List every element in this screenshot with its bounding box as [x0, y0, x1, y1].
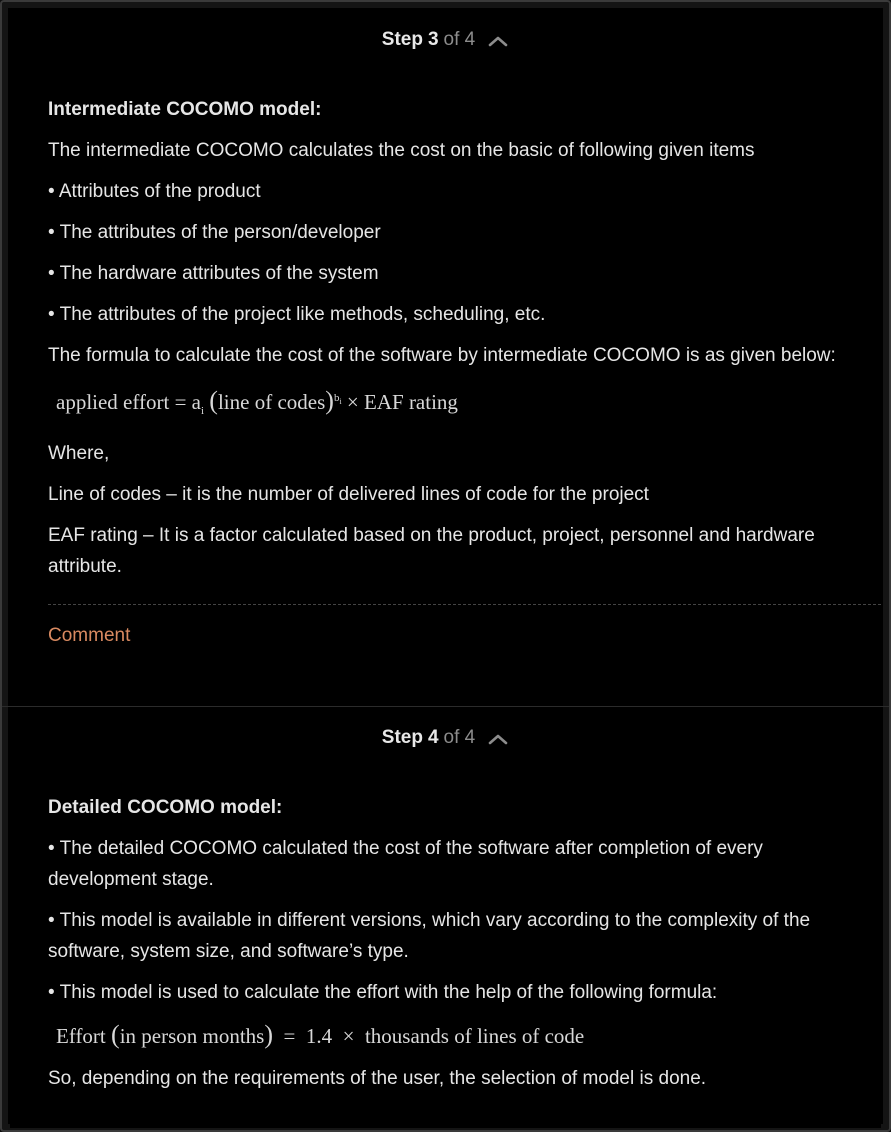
bullet-item: • This model is available in different v… [48, 910, 811, 962]
formula-lhs: applied effort = a [56, 390, 201, 414]
formula: Effort (in person months) = 1.4 × thousa… [56, 1018, 871, 1053]
bullet-item: • The attributes of the project like met… [48, 304, 546, 325]
paragraph: The formula to calculate the cost of the… [48, 345, 836, 366]
chevron-up-icon[interactable] [487, 730, 509, 745]
step-heading: Detailed COCOMO model: [48, 797, 283, 818]
comment-link[interactable]: Comment [48, 625, 130, 647]
formula-term: line of codes [217, 390, 326, 414]
step-number: 4 [427, 727, 439, 748]
step-4-header[interactable]: Step 4 of 4 [10, 708, 881, 768]
formula-rhs: = 1.4 × thousands of lines of code [273, 1024, 585, 1048]
formula-term: in person months [119, 1024, 265, 1048]
step-number: 3 [427, 29, 439, 50]
formula-paren: ( [209, 386, 218, 415]
formula-paren: ) [325, 386, 334, 415]
step-total: of 4 [443, 29, 476, 50]
step-total: of 4 [443, 727, 476, 748]
step-3-header[interactable]: Step 3 of 4 [10, 10, 881, 70]
formula-lhs: Effort [56, 1024, 112, 1048]
formula-exponent: bi [334, 392, 342, 406]
solution-panel: Step 3 of 4 Intermediate COCOMO model: T… [0, 0, 891, 1132]
bullet-item: • This model is used to calculate the ef… [48, 982, 718, 1003]
formula-subscript: i [200, 405, 205, 418]
formula-paren: ( [111, 1020, 120, 1049]
step-3-content: Intermediate COCOMO model: The intermedi… [48, 94, 871, 592]
definition: Line of codes – it is the number of deli… [48, 484, 649, 506]
definition: EAF rating – It is a factor calculated b… [48, 525, 815, 578]
step-label: Step [381, 29, 423, 50]
paragraph: So, depending on the requirements of the… [48, 1068, 707, 1089]
bullet-item: • Attributes of the product [48, 181, 261, 202]
paragraph: The intermediate COCOMO calculates the c… [48, 140, 755, 161]
step-label: Step [381, 727, 423, 748]
chevron-up-icon[interactable] [487, 32, 509, 47]
step-3-section: Step 3 of 4 Intermediate COCOMO model: T… [10, 10, 881, 706]
step-separator [2, 706, 889, 707]
formula-rhs: × EAF rating [341, 390, 458, 414]
bullet-item: • The hardware attributes of the system [48, 263, 379, 284]
paragraph: Where, [48, 443, 110, 465]
bullet-item: • The attributes of the person/developer [48, 222, 381, 243]
formula: applied effort = ai (line of codes)bi × … [56, 381, 871, 428]
formula-paren: ) [264, 1020, 274, 1049]
divider [48, 604, 881, 605]
step-4-content: Detailed COCOMO model: • The detailed CO… [48, 792, 871, 1104]
step-heading: Intermediate COCOMO model: [48, 99, 322, 120]
bullet-item: • The detailed COCOMO calculated the cos… [48, 838, 763, 890]
step-4-section: Step 4 of 4 Detailed COCOMO model: • The… [10, 708, 881, 1128]
